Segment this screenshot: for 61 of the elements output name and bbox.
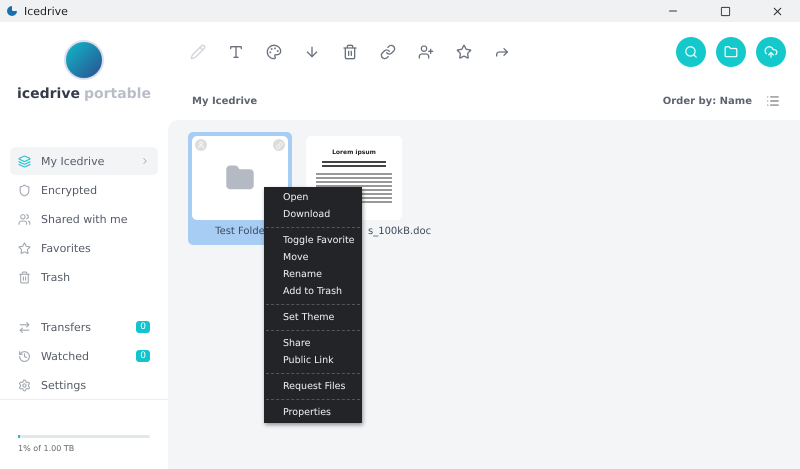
sidebar-item[interactable]: Watched 0 bbox=[10, 342, 158, 370]
nav-label: Favorites bbox=[41, 242, 92, 254]
brand-name: icedrive bbox=[17, 86, 80, 102]
adduser-icon bbox=[418, 44, 434, 60]
sidebar-item[interactable]: Encrypted bbox=[10, 176, 158, 204]
file-name: s_100kB.doc bbox=[368, 226, 432, 237]
storage-reading: 1% of 1.00 TB bbox=[18, 444, 76, 453]
sidebar-item[interactable]: Trash bbox=[10, 263, 158, 291]
nav-icon bbox=[18, 154, 31, 168]
breadcrumb[interactable]: My Icedrive bbox=[192, 96, 663, 106]
link-icon bbox=[380, 44, 396, 60]
menu-item[interactable]: Move bbox=[264, 249, 362, 266]
menu-item[interactable]: Set Theme bbox=[264, 309, 362, 326]
palette-tool-button[interactable] bbox=[264, 42, 284, 62]
count-badge: 0 bbox=[136, 350, 150, 362]
menu-item[interactable]: Request Files bbox=[264, 378, 362, 395]
list-view-icon[interactable] bbox=[766, 94, 780, 108]
file-name: Test Folde bbox=[215, 226, 265, 237]
upload-icon bbox=[764, 45, 778, 59]
trash-icon bbox=[342, 44, 358, 60]
nav-label: My Icedrive bbox=[41, 154, 106, 168]
folder-icon bbox=[724, 45, 738, 59]
menu-item[interactable]: Public Link bbox=[264, 352, 362, 369]
link-badge-icon bbox=[273, 139, 285, 151]
app-logo-icon bbox=[6, 5, 18, 17]
edit-icon bbox=[190, 44, 206, 60]
count-badge: 0 bbox=[136, 321, 150, 333]
nav-icon bbox=[18, 378, 31, 392]
star-icon bbox=[456, 44, 472, 60]
nav-label: Watched bbox=[41, 350, 90, 362]
nav-icon bbox=[18, 320, 31, 334]
maximize-icon bbox=[720, 6, 730, 16]
close-icon bbox=[770, 4, 784, 18]
nav-icon bbox=[18, 212, 31, 226]
nav-icon bbox=[18, 270, 31, 284]
menu-item[interactable]: Properties bbox=[264, 404, 362, 421]
window-title: Icedrive bbox=[24, 4, 69, 18]
sidebar-item[interactable]: Transfers 0 bbox=[10, 313, 158, 341]
brand-suffix: portable bbox=[84, 86, 151, 102]
nav-icon bbox=[18, 350, 31, 362]
download-icon bbox=[304, 44, 320, 60]
sidebar-item[interactable]: My Icedrive bbox=[10, 147, 158, 175]
nav-label: Encrypted bbox=[41, 184, 98, 196]
nav-label: Trash bbox=[41, 270, 72, 284]
nav-label: Transfers bbox=[41, 320, 92, 334]
menu-item[interactable]: Rename bbox=[264, 266, 362, 283]
sidebar-item[interactable]: Shared with me bbox=[10, 205, 158, 233]
nav-label: Settings bbox=[41, 378, 88, 392]
search-icon bbox=[684, 45, 698, 59]
sidebar-item[interactable]: Favorites bbox=[10, 234, 158, 262]
link-tool-button[interactable] bbox=[378, 42, 398, 62]
nav-icon bbox=[18, 184, 31, 196]
nav-label: Shared with me bbox=[41, 212, 129, 226]
font-icon bbox=[228, 44, 244, 60]
sidebar-item[interactable]: Settings bbox=[10, 371, 158, 399]
user-badge-icon bbox=[195, 139, 207, 151]
menu-item[interactable]: Share bbox=[264, 335, 362, 352]
order-by-selector[interactable]: Order by: Name bbox=[662, 96, 752, 106]
palette-icon bbox=[266, 44, 282, 60]
nav-icon bbox=[18, 242, 31, 254]
menu-item[interactable]: Add to Trash bbox=[264, 283, 362, 300]
